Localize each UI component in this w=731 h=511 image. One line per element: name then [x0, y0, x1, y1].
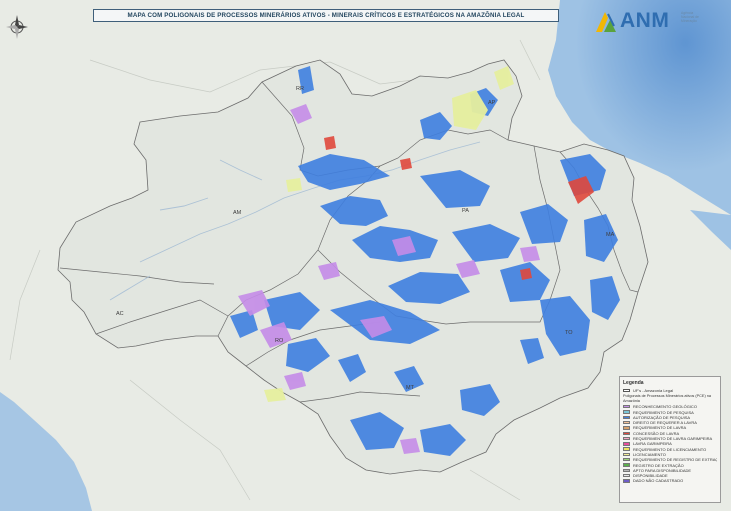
legend-swatch [623, 431, 630, 435]
state-label-to: TO [565, 330, 573, 336]
legend-items: RECONHECIMENTO GEOLÓGICO REQUERIMENTO DE … [623, 404, 717, 483]
legend-swatch [623, 436, 630, 441]
legend-boundary-row: UF's - Amazonia Legal [623, 388, 717, 393]
state-label-rr: RR [296, 86, 304, 92]
state-label-mt: MT [406, 385, 414, 391]
state-label-pa: PA [462, 208, 469, 214]
legend-swatch [623, 405, 630, 409]
state-label-ap: AP [488, 100, 496, 106]
legend-subtitle: Poligonais de Processos Minerários ativo… [623, 394, 711, 403]
legend-title: Legenda [623, 380, 644, 386]
legend-item-label: CONCESSÃO DE LAVRA [633, 430, 680, 436]
map-legend: Legenda UF's - Amazonia Legal Poligonais… [619, 376, 721, 503]
legend-swatch [623, 452, 630, 457]
legend-item: DADO NÃO CADASTRADO [623, 478, 717, 483]
legend-swatch [623, 468, 630, 473]
legend-item-label: DIREITO DE REQUERER A LAVRA [633, 420, 697, 426]
legend-item-label: LAVRA GARIMPEIRA [633, 441, 672, 447]
logo-wordmark: ANM [620, 9, 670, 32]
logo-subtext: Agência Nacional de Mineração [681, 11, 699, 23]
state-label-ma: MA [606, 232, 615, 238]
legend-item-label: REQUERIMENTO DE LICENCIAMENTO [633, 446, 707, 452]
legend-boundary-label: UF's - Amazonia Legal [633, 388, 674, 394]
state-label-ro: RO [275, 338, 284, 344]
legend-swatch [623, 463, 630, 467]
legend-item-label: REQUERIMENTO DE PESQUISA [633, 409, 694, 415]
legend-item-label: LICENCIAMENTO [633, 451, 666, 457]
legend-swatch [623, 442, 630, 446]
boundary-swatch [623, 388, 630, 393]
legend-item-label: AUTORIZAÇÃO DE PESQUISA [633, 414, 691, 420]
state-label-am: AM [233, 210, 242, 216]
legend-item-label: REGISTRO DE EXTRAÇÃO [633, 462, 684, 468]
legend-swatch [623, 473, 630, 478]
state-label-ac: AC [116, 311, 124, 317]
legend-item-label: APTO PARA DISPONIBILIDADE [633, 467, 692, 473]
legend-swatch [623, 458, 630, 462]
legend-swatch [623, 426, 630, 430]
legend-item-label: RECONHECIMENTO GEOLÓGICO [633, 404, 697, 410]
map-title: MAPA COM POLIGONAIS DE PROCESSOS MINERÁR… [93, 9, 559, 22]
legend-swatch [623, 479, 630, 483]
legend-swatch [623, 420, 630, 425]
legend-item-label: REQUERIMENTO DE LAVRA [633, 425, 687, 431]
legend-swatch [623, 415, 630, 420]
legend-item-label: REQUERIMENTO DE LAVRA GARIMPEIRA [633, 436, 713, 442]
legend-swatch [623, 410, 630, 414]
legend-item-label: REQUERIMENTO DE REGISTRO DE EXTRAÇÃO [633, 457, 717, 463]
legend-item-label: DADO NÃO CADASTRADO [633, 478, 684, 484]
north-arrow-icon [6, 15, 28, 39]
legend-item-label: DISPONIBILIDADE [633, 473, 668, 479]
legend-swatch [623, 447, 630, 451]
